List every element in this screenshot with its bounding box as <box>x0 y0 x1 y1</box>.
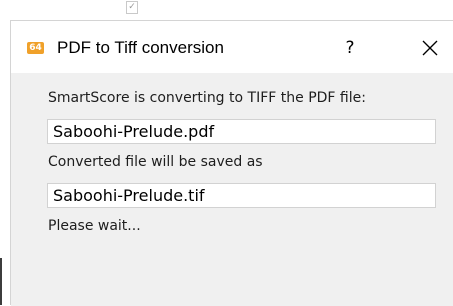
close-button[interactable] <box>415 33 445 63</box>
source-file-field[interactable]: Saboohi-Prelude.pdf <box>47 119 436 144</box>
help-button[interactable]: ? <box>335 33 365 63</box>
background-window: ✓ <box>0 0 453 22</box>
output-file-field[interactable]: Saboohi-Prelude.tif <box>47 183 436 208</box>
app-icon: 64 <box>27 42 44 54</box>
window-title: PDF to Tiff conversion <box>57 38 224 57</box>
background-edge <box>0 258 2 305</box>
dialog-content: SmartScore is converting to TIFF the PDF… <box>11 73 453 306</box>
conversion-dialog: 64 PDF to Tiff conversion ? SmartScore i… <box>10 20 453 306</box>
close-icon <box>422 40 438 56</box>
checkbox-icon: ✓ <box>126 1 138 14</box>
saved-as-label: Converted file will be saved as <box>48 154 263 170</box>
converting-label: SmartScore is converting to TIFF the PDF… <box>48 90 366 106</box>
title-bar[interactable]: 64 PDF to Tiff conversion ? <box>11 21 453 73</box>
status-text: Please wait... <box>48 218 141 234</box>
